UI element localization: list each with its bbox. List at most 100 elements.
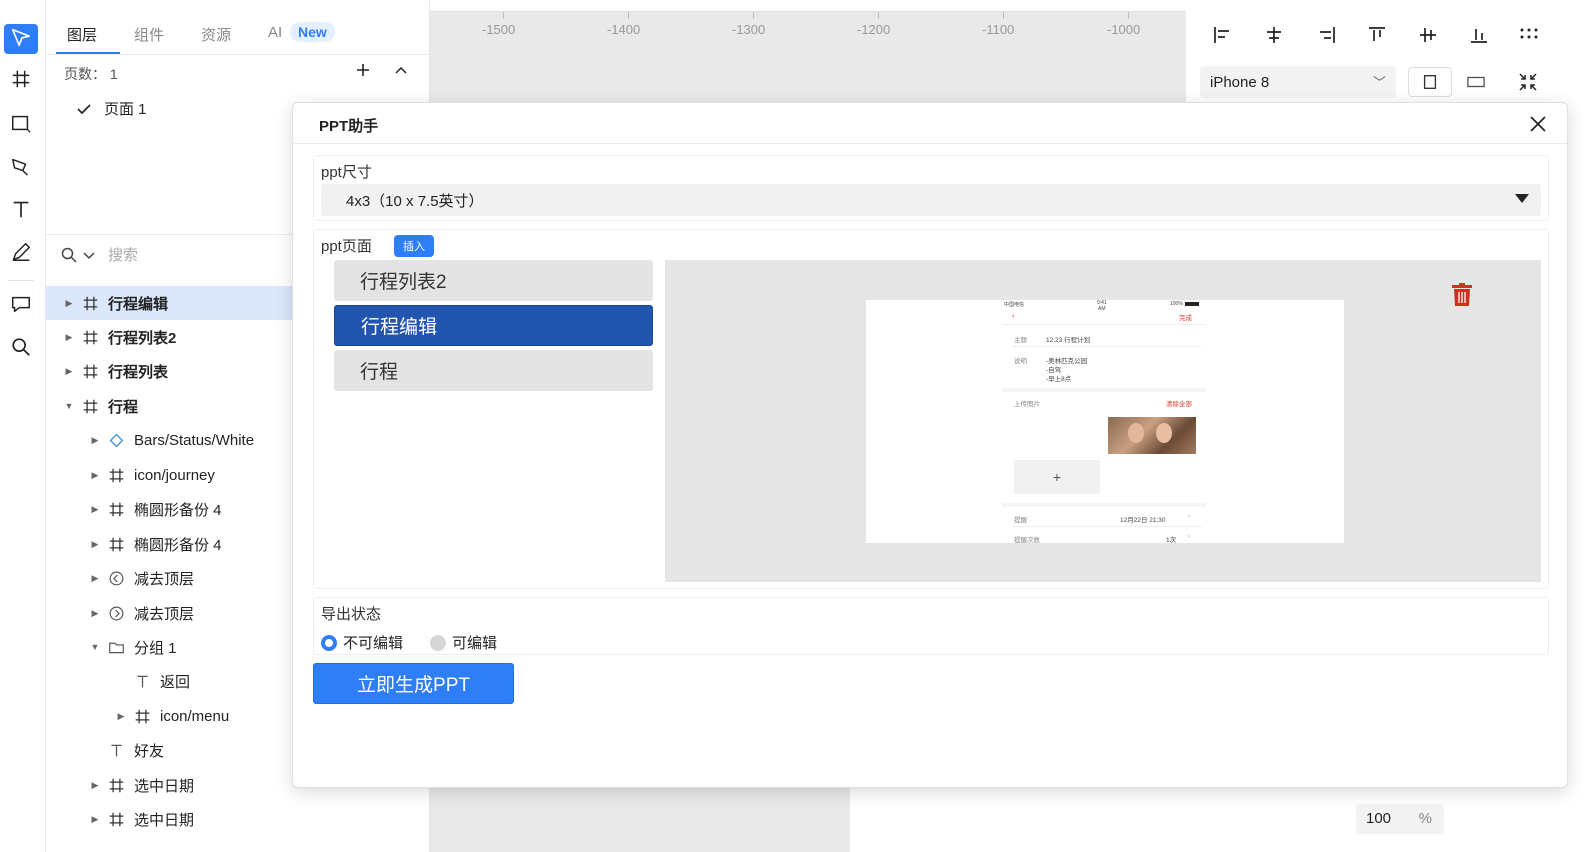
- layer-label: 选中日期: [134, 777, 195, 795]
- layer-label: 椭圆形备份 4: [134, 501, 222, 519]
- caret-right-icon[interactable]: ▶: [64, 332, 74, 343]
- text-tool[interactable]: [4, 196, 38, 226]
- tab-components[interactable]: 组件: [134, 24, 164, 45]
- align-top-icon: [1369, 27, 1385, 41]
- tab-ai[interactable]: AI: [268, 24, 282, 41]
- dialog-header-divider: [293, 143, 1567, 144]
- boolean-subtract-icon: [106, 603, 126, 623]
- frame-icon: [106, 775, 126, 795]
- layer-label: icon/journey: [134, 466, 215, 484]
- align-top-button[interactable]: [1364, 22, 1390, 48]
- slide-preview-area: 中国电信 9:41 AM 100% ‹ 完成 主题 12.23 行程计划 说明 …: [665, 260, 1541, 582]
- ppt-page-item[interactable]: 行程列表2: [334, 260, 653, 301]
- radio-editable[interactable]: 可编辑: [430, 632, 497, 653]
- ppt-size-label: ppt尺寸: [321, 164, 372, 181]
- clear-all-label: 清除全部: [1166, 401, 1192, 408]
- caret-right-icon[interactable]: ▶: [90, 573, 100, 584]
- layer-search[interactable]: 搜索: [60, 244, 138, 265]
- align-center-v-button[interactable]: [1415, 22, 1441, 48]
- caret-right-icon[interactable]: ▶: [90, 504, 100, 515]
- clipped-layer-row: [86, 264, 148, 274]
- radio-label: 可编辑: [452, 635, 498, 652]
- comment-tool[interactable]: [4, 291, 38, 321]
- pencil-tool[interactable]: [4, 239, 38, 269]
- portrait-button[interactable]: [1408, 67, 1452, 97]
- more-options-button[interactable]: [1516, 22, 1542, 48]
- caret-right-icon[interactable]: ▶: [64, 298, 74, 309]
- ppt-size-select[interactable]: 4x3（10 x 7.5英寸）: [321, 184, 1541, 216]
- caret-down-icon[interactable]: ▼: [64, 401, 74, 411]
- boolean-subtract-icon: [106, 568, 126, 588]
- search-input[interactable]: 搜索: [108, 244, 138, 265]
- close-button[interactable]: [1527, 113, 1549, 135]
- ruler-tick: [628, 12, 629, 19]
- generate-ppt-button[interactable]: 立即生成PPT: [313, 663, 514, 704]
- caret-right-icon[interactable]: ▶: [90, 435, 100, 446]
- insert-button[interactable]: 插入: [394, 235, 434, 257]
- canvas-top-bar: [430, 0, 1186, 12]
- align-right-icon: [1320, 27, 1335, 43]
- align-right-button[interactable]: [1313, 22, 1339, 48]
- page-item-label: 页面 1: [104, 101, 147, 118]
- toolbar-divider: [8, 280, 34, 281]
- device-select[interactable]: iPhone 8 ﹀: [1200, 66, 1396, 98]
- text-layer-icon: [132, 671, 152, 691]
- delete-button[interactable]: [1449, 282, 1475, 308]
- frame-tool[interactable]: [4, 66, 38, 96]
- collapse-pages-button[interactable]: [392, 62, 410, 80]
- ppt-page-item-selected[interactable]: 行程编辑: [334, 305, 653, 346]
- chevron-right-icon: ›: [1188, 533, 1191, 540]
- align-center-h-button[interactable]: [1261, 22, 1287, 48]
- percent-value: 100: [1366, 810, 1392, 827]
- pen-tool[interactable]: [4, 153, 38, 183]
- ppt-size-section: ppt尺寸 4x3（10 x 7.5英寸）: [313, 155, 1549, 221]
- back-chevron-icon: ‹: [1012, 311, 1015, 320]
- align-left-icon: [1214, 27, 1229, 43]
- desc-label: 说明: [1014, 358, 1027, 365]
- layer-row[interactable]: ▶ 选中日期: [46, 802, 430, 836]
- page-item-1[interactable]: 页面 1: [76, 98, 147, 119]
- text-layer-icon: [106, 740, 126, 760]
- add-photo-icon: +: [1014, 460, 1100, 494]
- new-badge: New: [290, 22, 335, 42]
- comment-icon: [10, 293, 32, 320]
- device-select-value: iPhone 8: [1210, 73, 1270, 91]
- ppt-page-item[interactable]: 行程: [334, 350, 653, 391]
- desc-line: -早上8点: [1046, 376, 1072, 383]
- landscape-button[interactable]: [1454, 67, 1498, 97]
- radio-non-editable[interactable]: 不可编辑: [321, 632, 403, 653]
- align-left-button[interactable]: [1210, 22, 1236, 48]
- caret-right-icon[interactable]: ▶: [116, 711, 126, 722]
- frame-icon: [106, 534, 126, 554]
- ppt-size-value: 4x3（10 x 7.5英寸）: [346, 192, 484, 210]
- caret-right-icon[interactable]: ▶: [90, 470, 100, 481]
- percent-unit: %: [1418, 810, 1432, 827]
- ppt-pages-section: ppt页面 插入 行程列表2 行程编辑 行程 中国电信 9:41 AM 100%…: [313, 229, 1549, 589]
- layer-label: 返回: [160, 673, 191, 691]
- caret-down-icon[interactable]: ▼: [90, 642, 100, 652]
- layer-label: 行程列表: [108, 363, 169, 381]
- tabs-divider: [46, 54, 430, 55]
- magnifier-icon: [10, 336, 32, 363]
- layer-label: icon/menu: [160, 707, 230, 725]
- frame-icon: [132, 706, 152, 726]
- component-icon: [106, 430, 126, 450]
- frame-icon: [106, 809, 126, 829]
- rectangle-tool[interactable]: [4, 110, 38, 140]
- layer-label: 行程: [108, 398, 139, 416]
- align-bottom-button[interactable]: [1466, 22, 1492, 48]
- collapse-button[interactable]: [1506, 67, 1550, 97]
- caret-right-icon[interactable]: ▶: [90, 608, 100, 619]
- frame-icon: [80, 396, 100, 416]
- tab-layers[interactable]: 图层: [67, 24, 97, 45]
- search-tool[interactable]: [4, 334, 38, 364]
- chevron-down-icon: ﹀: [1372, 75, 1386, 90]
- caret-right-icon[interactable]: ▶: [64, 366, 74, 377]
- select-tool[interactable]: [4, 24, 38, 54]
- caret-right-icon[interactable]: ▶: [90, 780, 100, 791]
- add-page-button[interactable]: [353, 60, 373, 84]
- percent-input[interactable]: 100 %: [1356, 804, 1444, 834]
- caret-right-icon[interactable]: ▶: [90, 539, 100, 550]
- tab-assets[interactable]: 资源: [201, 24, 231, 45]
- caret-right-icon[interactable]: ▶: [90, 814, 100, 825]
